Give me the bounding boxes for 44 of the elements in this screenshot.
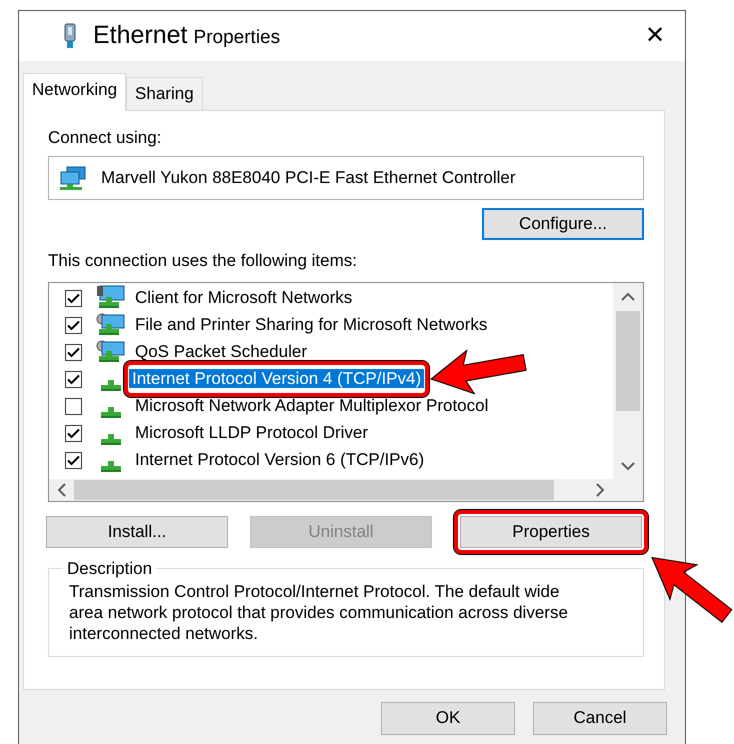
checkbox[interactable] [65, 290, 82, 306]
horizontal-scrollbar[interactable] [49, 478, 613, 500]
computer-gear-icon [96, 339, 126, 365]
scroll-left-icon[interactable] [57, 482, 66, 496]
scroll-down-icon[interactable] [621, 462, 635, 471]
list-item[interactable]: Internet Protocol Version 6 (TCP/IPv6) [132, 447, 428, 473]
configure-button[interactable]: Configure... [482, 208, 644, 240]
list-item[interactable]: Microsoft LLDP Protocol Driver [132, 420, 372, 446]
description-text: Transmission Control Protocol/Internet Protocol. The default wide area network protocol that provides communication across diverse interconnected networks. [69, 580, 569, 644]
protocol-icon [101, 380, 121, 390]
adapter-name: Marvell Yukon 88E8040 PCI-E Fast Ethernet Controller [101, 167, 516, 190]
checkbox[interactable] [65, 452, 82, 468]
list-item[interactable]: File and Printer Sharing for Microsoft Networks [132, 312, 490, 338]
scroll-up-icon[interactable] [621, 292, 635, 301]
checkbox[interactable] [65, 344, 82, 360]
checkbox[interactable] [65, 316, 82, 334]
scroll-right-icon[interactable] [596, 482, 605, 496]
close-button[interactable]: ✕ [639, 24, 671, 48]
connect-using-label: Connect using: [48, 126, 162, 148]
vertical-scrollbar[interactable] [613, 282, 643, 478]
list-item[interactable]: Microsoft Network Adapter Multiplexor Protocol [132, 393, 492, 419]
computer-icon [96, 285, 126, 311]
tab[interactable]: Sharing [126, 77, 203, 110]
protocol-icon [101, 460, 121, 472]
button[interactable]: Install... [46, 516, 228, 548]
list-item[interactable]: Client for Microsoft Networks [132, 285, 356, 311]
window-title: Ethernet [93, 20, 188, 52]
protocol-icon [101, 406, 121, 418]
network-adapter-icon [59, 166, 87, 190]
protocol-icon [101, 434, 121, 444]
checkbox[interactable] [65, 424, 82, 442]
computer-gear-icon [96, 312, 126, 338]
checkbox[interactable] [65, 398, 82, 414]
checkbox[interactable] [65, 370, 82, 388]
items-label: This connection uses the following items: [48, 250, 358, 272]
list-item[interactable]: Internet Protocol Version 4 (TCP/IPv4) [129, 369, 424, 388]
list-item[interactable]: QoS Packet Scheduler [132, 339, 310, 365]
button[interactable]: Properties [460, 516, 642, 548]
window-subtitle: Properties [194, 26, 280, 50]
button[interactable]: Cancel [533, 702, 667, 734]
ethernet-plug-icon [63, 23, 77, 49]
description-legend: Description [63, 560, 156, 576]
tab[interactable]: Networking [23, 73, 126, 110]
button[interactable]: OK [381, 702, 515, 734]
